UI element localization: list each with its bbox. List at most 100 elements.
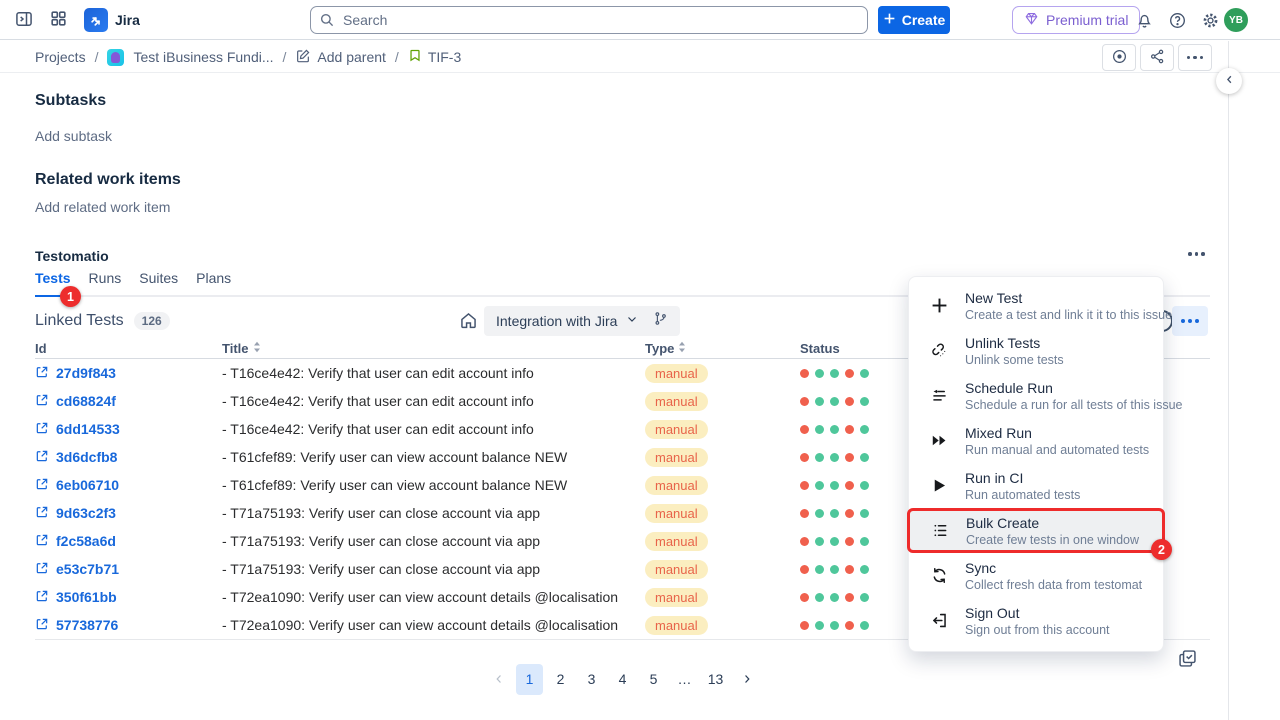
column-header-type[interactable]: Type: [645, 341, 800, 356]
watch-eye-icon: [1111, 48, 1128, 68]
menu-item-run-in-ci[interactable]: Run in CIRun automated tests: [909, 463, 1163, 508]
ellipsis-icon: [1187, 56, 1204, 60]
pagination-page-13[interactable]: 13: [702, 664, 729, 695]
test-id-link[interactable]: cd68824f: [56, 393, 116, 409]
pagination-page-3[interactable]: 3: [578, 664, 605, 695]
menu-item-new-test[interactable]: New TestCreate a test and link it it to …: [909, 283, 1163, 328]
project-selector-dropdown[interactable]: Integration with Jira: [484, 306, 680, 336]
column-header-title[interactable]: Title: [222, 341, 645, 356]
test-type-badge: manual: [645, 504, 708, 523]
external-link-icon[interactable]: [35, 589, 49, 606]
user-avatar[interactable]: YB: [1224, 8, 1248, 32]
menu-item-unlink-tests[interactable]: Unlink TestsUnlink some tests: [909, 328, 1163, 373]
menu-item-title: Unlink Tests: [965, 335, 1064, 351]
create-button-label: Create: [902, 12, 946, 28]
test-type-badge: manual: [645, 560, 708, 579]
menu-item-sign-out[interactable]: Sign OutSign out from this account: [909, 598, 1163, 643]
pagination-page-4[interactable]: 4: [609, 664, 636, 695]
testomatio-heading: Testomatio: [35, 248, 109, 264]
test-type-badge: manual: [645, 476, 708, 495]
linked-tests-title: Linked Tests: [35, 312, 124, 330]
external-link-icon[interactable]: [35, 533, 49, 550]
pagination-prev-button[interactable]: [485, 664, 512, 695]
menu-item-subtitle: Create few tests in one window: [966, 533, 1139, 547]
sync-icon: [927, 566, 951, 585]
linked-tests-menu-button[interactable]: [1172, 306, 1208, 336]
create-button[interactable]: Create: [878, 6, 950, 34]
column-header-id[interactable]: Id: [35, 341, 222, 356]
home-icon[interactable]: [458, 310, 479, 336]
breadcrumb-projects-link[interactable]: Projects: [35, 49, 86, 65]
external-link-icon[interactable]: [35, 393, 49, 410]
menu-item-title: Sign Out: [965, 605, 1110, 621]
app-name: Jira: [115, 12, 140, 28]
test-id-link[interactable]: f2c58a6d: [56, 533, 116, 549]
test-id-link[interactable]: 3d6dcfb8: [56, 449, 117, 465]
external-link-icon[interactable]: [35, 617, 49, 634]
breadcrumb-issue-key[interactable]: TIF-3: [408, 48, 461, 66]
premium-trial-button[interactable]: Premium trial: [1012, 6, 1140, 34]
app-switcher-button[interactable]: [44, 6, 72, 34]
pagination-page-2[interactable]: 2: [547, 664, 574, 695]
menu-item-sync[interactable]: SyncCollect fresh data from testomat: [909, 553, 1163, 598]
test-id-link[interactable]: e53c7b71: [56, 561, 119, 577]
run-in-ci-icon: [927, 476, 951, 495]
external-link-icon[interactable]: [35, 477, 49, 494]
menu-item-subtitle: Collect fresh data from testomat: [965, 578, 1142, 592]
tab-runs[interactable]: Runs: [89, 270, 122, 295]
testomatio-more-icon[interactable]: [1188, 252, 1205, 256]
menu-item-mixed-run[interactable]: Mixed RunRun manual and automated tests: [909, 418, 1163, 463]
test-id-link[interactable]: 6dd14533: [56, 421, 120, 437]
test-title: - T71a75193: Verify user can close accou…: [222, 533, 645, 549]
test-id-link[interactable]: 57738776: [56, 617, 118, 633]
git-branch-icon[interactable]: [653, 311, 668, 331]
test-id-link[interactable]: 350f61bb: [56, 589, 117, 605]
external-link-icon[interactable]: [35, 561, 49, 578]
test-id-link[interactable]: 9d63c2f3: [56, 505, 116, 521]
add-related-work-item-button[interactable]: Add related work item: [35, 199, 170, 215]
question-circle-icon: [1168, 11, 1187, 33]
add-subtask-button[interactable]: Add subtask: [35, 128, 112, 144]
sidebar-toggle-button[interactable]: [10, 6, 38, 34]
pagination-page-1[interactable]: 1: [516, 664, 543, 695]
add-parent-label: Add parent: [317, 49, 386, 65]
notifications-button[interactable]: [1130, 8, 1158, 36]
multi-select-tests-button[interactable]: [1177, 648, 1198, 672]
pagination-page-5[interactable]: 5: [640, 664, 667, 695]
tab-suites[interactable]: Suites: [139, 270, 178, 295]
unlink-icon: [927, 341, 951, 360]
search-input[interactable]: [310, 6, 868, 34]
test-id-link[interactable]: 27d9f843: [56, 365, 116, 381]
pagination-ellipsis: …: [671, 664, 698, 695]
breadcrumb-separator: /: [95, 49, 99, 65]
pagination-next-button[interactable]: [733, 664, 760, 695]
test-id-link[interactable]: 6eb06710: [56, 477, 119, 493]
help-button[interactable]: [1163, 8, 1191, 36]
external-link-icon[interactable]: [35, 449, 49, 466]
testomatio-actions-menu: New TestCreate a test and link it it to …: [908, 276, 1164, 652]
menu-item-bulk-create[interactable]: Bulk CreateCreate few tests in one windo…: [907, 508, 1165, 553]
annotation-step-1: 1: [60, 286, 81, 307]
external-link-icon[interactable]: [35, 365, 49, 382]
settings-button[interactable]: [1196, 8, 1224, 36]
external-link-icon[interactable]: [35, 505, 49, 522]
sort-icon: [678, 341, 686, 356]
share-icon: [1149, 48, 1166, 68]
share-button[interactable]: [1140, 44, 1174, 71]
collapse-panel-button[interactable]: [1216, 68, 1242, 94]
watch-button[interactable]: [1102, 44, 1136, 71]
issue-key-label: TIF-3: [428, 49, 461, 65]
menu-item-title: Run in CI: [965, 470, 1080, 486]
jira-home-logo[interactable]: Jira: [78, 8, 146, 32]
test-title: - T72ea1090: Verify user can view accoun…: [222, 617, 645, 633]
test-type-badge: manual: [645, 532, 708, 551]
more-actions-button[interactable]: [1178, 44, 1212, 71]
add-parent-button[interactable]: Add parent: [295, 48, 386, 67]
menu-item-title: Mixed Run: [965, 425, 1149, 441]
tab-plans[interactable]: Plans: [196, 270, 231, 295]
bookmark-icon: [408, 48, 422, 66]
external-link-icon[interactable]: [35, 421, 49, 438]
gear-icon: [1201, 11, 1220, 33]
menu-item-schedule-run[interactable]: Schedule RunSchedule a run for all tests…: [909, 373, 1163, 418]
breadcrumb-project-link[interactable]: Test iBusiness Fundi...: [133, 49, 273, 65]
